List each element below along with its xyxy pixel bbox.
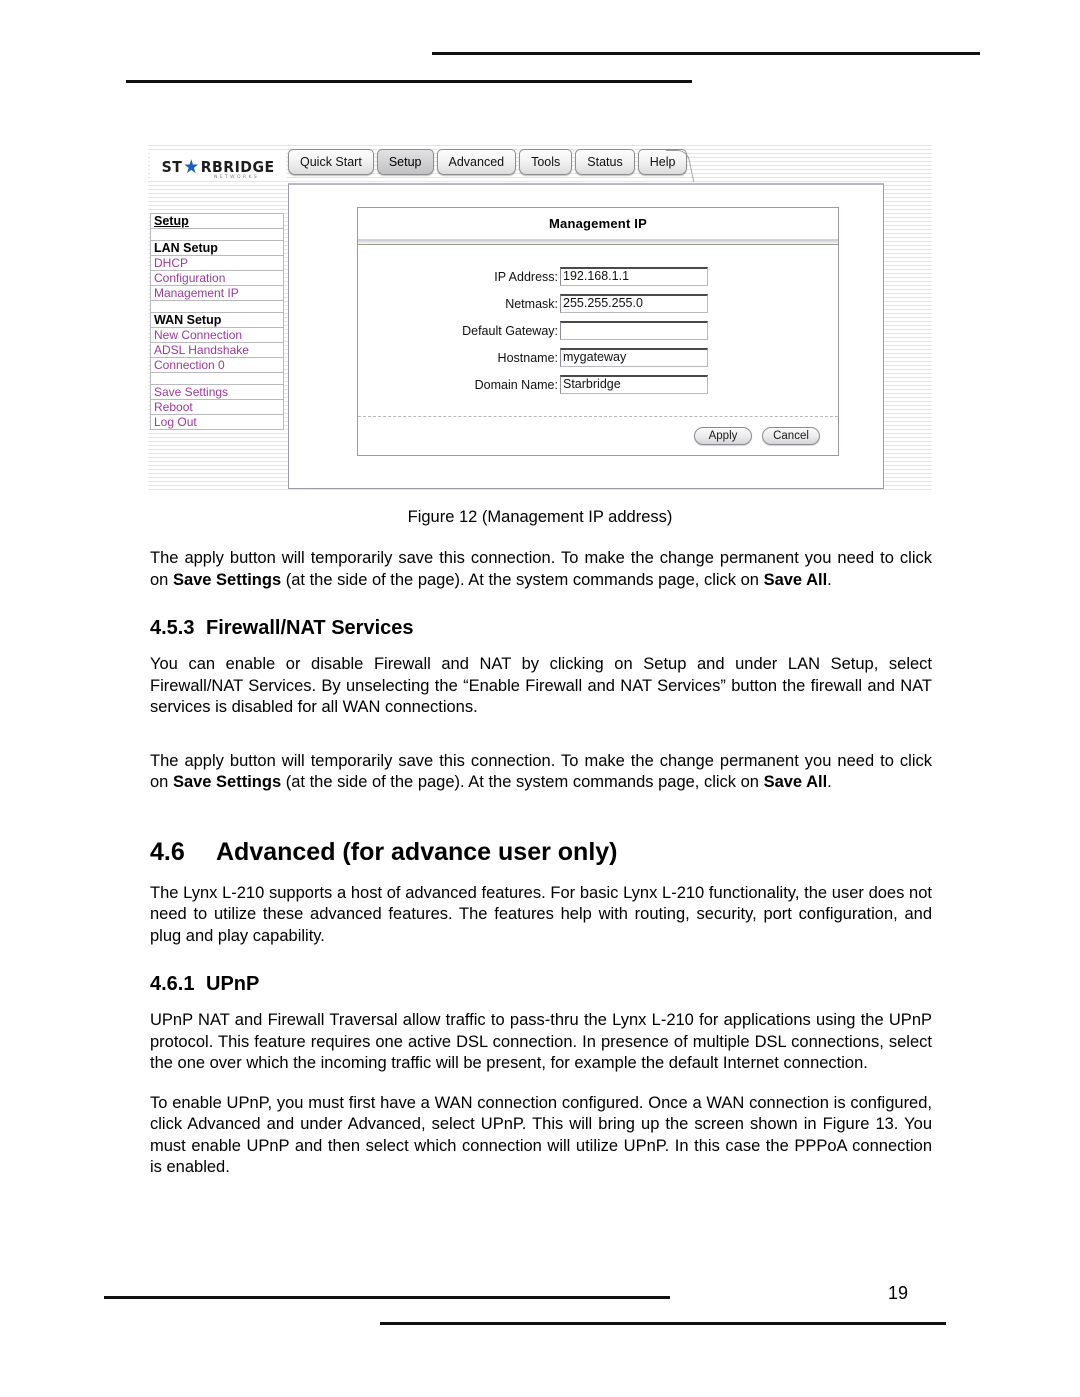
logo-wordmark: ST★RBRIDGE [161,157,274,176]
sidebar-item-save-settings[interactable]: Save Settings [150,384,284,400]
sidebar-item-configuration[interactable]: Configuration [150,270,284,286]
sidebar-item-log-out[interactable]: Log Out [150,414,284,430]
heading-4-5-3-title: Firewall/NAT Services [206,617,414,639]
paragraph-gap-1 [150,737,932,751]
field-row-domain-name: Domain Name: Starbridge [358,375,838,394]
label-netmask: Netmask: [505,296,558,311]
para2-text-2: (at the side of the page). At the system… [281,773,764,791]
figure-12-router-ui: ST★RBRIDGE NETWORKS Quick Start Setup Ad… [148,145,932,493]
paragraph-4-6-body: The Lynx L-210 supports a host of advanc… [150,883,932,945]
input-hostname[interactable]: mygateway [560,348,708,367]
label-domain-name: Domain Name: [474,377,558,392]
sidebar-item-reboot[interactable]: Reboot [150,399,284,415]
page-number: 19 [888,1283,909,1303]
input-domain-name[interactable]: Starbridge [560,375,708,394]
paragraph-after-figure: The apply button will temporarily save t… [150,548,932,591]
heading-4-6-1-number: 4.6.1 [150,973,195,995]
heading-4-5-3: 4.5.3 Firewall/NAT Services [150,617,932,640]
sidebar-title-text: Setup [154,214,189,228]
tab-status[interactable]: Status [575,149,635,175]
sidebar-item-management-ip[interactable]: Management IP [150,285,284,301]
sidebar-item-dhcp[interactable]: DHCP [150,255,284,271]
paragraph-4-6-1-body-2: To enable UPnP, you must first have a WA… [150,1093,932,1177]
header-rule-bottom [126,80,692,83]
apply-button[interactable]: Apply [694,427,752,445]
router-topbar: ST★RBRIDGE NETWORKS Quick Start Setup Ad… [148,145,932,185]
para2-bold-1: Save Settings [172,773,282,791]
heading-4-6-number: 4.6 [150,837,185,866]
para2-bold-2: Save All [763,773,828,791]
field-row-default-gateway: Default Gateway: [358,321,838,340]
sidebar-item-connection-0[interactable]: Connection 0 [150,357,284,373]
figure-caption: Figure 12 (Management IP address) [407,508,673,526]
starbridge-logo: ST★RBRIDGE NETWORKS [150,153,286,180]
router-nav-tabs: Quick Start Setup Advanced Tools Status … [288,149,695,183]
para1-text-2: (at the side of the page). At the system… [281,570,764,589]
sidebar-heading-wan-setup: WAN Setup [150,312,284,328]
panel-actions: Apply Cancel [358,417,838,455]
tab-quick-start[interactable]: Quick Start [288,149,374,175]
router-content-frame: Management IP IP Address: 192.168.1.1 Ne… [288,183,884,489]
field-row-netmask: Netmask: 255.255.255.0 [358,294,838,313]
input-ip-address[interactable]: 192.168.1.1 [560,267,708,286]
field-row-ip-address: IP Address: 192.168.1.1 [358,267,838,286]
para1-bold-1: Save Settings [172,570,282,589]
label-hostname: Hostname: [497,350,558,365]
heading-4-6-1: 4.6.1 UPnP [150,973,932,996]
tab-setup[interactable]: Setup [376,149,434,175]
tab-advanced[interactable]: Advanced [436,149,517,175]
management-ip-panel: Management IP IP Address: 192.168.1.1 Ne… [357,207,839,456]
label-default-gateway: Default Gateway: [462,323,558,338]
logo-subtitle: NETWORKS [214,175,260,180]
heading-4-6-title: Advanced (for advance user only) [216,837,618,866]
star-icon: ★ [183,155,200,178]
management-ip-form: IP Address: 192.168.1.1 Netmask: 255.255… [358,245,838,417]
footer-rule-bottom [380,1322,946,1325]
logo-text-right: RBRIDGE [200,157,275,176]
sidebar-item-new-connection[interactable]: New Connection [150,327,284,343]
document-body: The apply button will temporarily save t… [150,548,932,1197]
header-rule-top [432,52,980,55]
paragraph-4-5-3-body: You can enable or disable Firewall and N… [150,655,932,716]
tabstrip-end-curve [666,150,695,182]
para1-bold-2: Save All [763,570,828,589]
panel-title: Management IP [358,208,838,240]
sidebar-heading-lan-setup: LAN Setup [150,240,284,256]
heading-4-6-1-title: UPnP [206,973,260,995]
footer-rule-top [104,1296,670,1299]
heading-4-6: 4.6 Advanced (for advance user only) [150,838,932,867]
sidebar-item-adsl-handshake[interactable]: ADSL Handshake [150,342,284,358]
field-row-hostname: Hostname: mygateway [358,348,838,367]
para2-text-3: . [827,773,832,791]
input-default-gateway[interactable] [560,321,708,340]
heading-4-5-3-number: 4.5.3 [150,617,195,639]
para1-text-3: . [827,570,832,589]
router-sidebar: Setup LAN Setup DHCP Configuration Manag… [150,213,284,430]
tab-tools[interactable]: Tools [519,149,573,175]
paragraph-after-4-5-3: The apply button will temporarily save t… [150,751,932,794]
logo-text-left: ST [161,157,183,176]
sidebar-title-setup: Setup [150,213,284,229]
input-netmask[interactable]: 255.255.255.0 [560,294,708,313]
paragraph-4-6-1-body-1: UPnP NAT and Firewall Traversal allow tr… [150,1011,932,1072]
label-ip-address: IP Address: [494,269,558,284]
cancel-button[interactable]: Cancel [762,427,820,445]
